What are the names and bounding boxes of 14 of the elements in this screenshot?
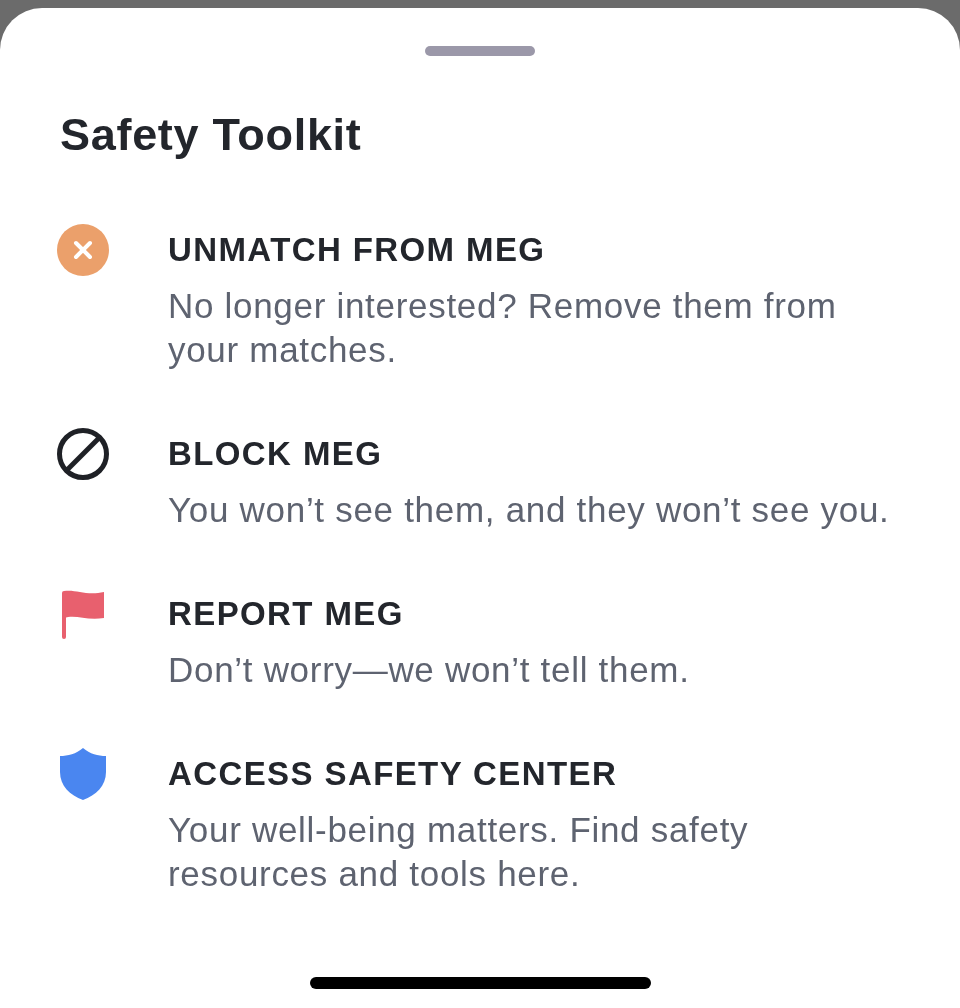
drag-handle[interactable] bbox=[425, 46, 535, 56]
option-title[interactable]: ACCESS SAFETY CENTER bbox=[168, 752, 618, 796]
option-description: No longer interested? Remove them from your matches. bbox=[168, 285, 838, 371]
option-description: Your well-being matters. Find safety resources and tools here. bbox=[168, 809, 750, 895]
close-icon bbox=[57, 224, 109, 276]
flag-icon bbox=[62, 589, 104, 639]
option-title[interactable]: REPORT MEG bbox=[168, 592, 404, 636]
shield-icon bbox=[60, 748, 106, 800]
option-title[interactable]: UNMATCH FROM MEG bbox=[168, 228, 546, 272]
option-description: You won’t see them, and they won’t see you. bbox=[168, 489, 891, 531]
sheet-title: Safety Toolkit bbox=[60, 109, 362, 161]
option-description: Don’t worry—we won’t tell them. bbox=[168, 649, 691, 691]
block-icon bbox=[57, 428, 109, 480]
option-title[interactable]: BLOCK MEG bbox=[168, 432, 383, 476]
